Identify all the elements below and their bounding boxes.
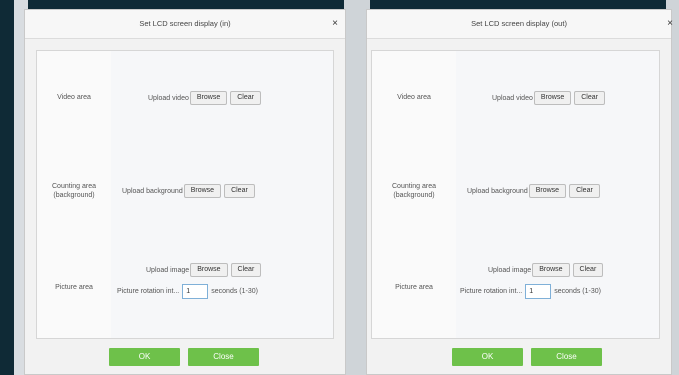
- video-area-row: Video area Upload video Browse Clear: [372, 51, 659, 145]
- dialog-title-bar: Set LCD screen display (in) ×: [25, 10, 345, 39]
- row-label: Picture area: [37, 237, 112, 338]
- browse-button[interactable]: Browse: [183, 184, 222, 198]
- upload-image-label: Upload image: [488, 266, 532, 274]
- upload-image-control: Upload image Browse Clear: [146, 263, 262, 277]
- counting-area-row: Counting area (background) Upload backgr…: [37, 144, 333, 238]
- browse-button[interactable]: Browse: [533, 91, 572, 105]
- upload-video-control: Upload video Browse Clear: [492, 91, 605, 105]
- dialog-title: Set LCD screen display (out): [471, 19, 567, 28]
- upload-image-label: Upload image: [146, 266, 190, 274]
- clear-button[interactable]: Clear: [574, 91, 605, 105]
- row-content: Upload background Browse Clear: [111, 144, 333, 237]
- rotation-unit-label: seconds (1-30): [211, 288, 258, 295]
- rotation-interval-label: Picture rotation int...: [460, 288, 523, 295]
- rotation-interval-label: Picture rotation int...: [117, 288, 180, 295]
- row-label: Counting area (background): [372, 144, 457, 237]
- picture-area-row: Picture area Upload image Browse Clear P…: [37, 237, 333, 338]
- row-label: Video area: [372, 51, 457, 144]
- rotation-interval-input[interactable]: 1: [525, 284, 552, 299]
- row-content: Upload video Browse Clear: [456, 51, 659, 144]
- row-content: Upload image Browse Clear Picture rotati…: [111, 237, 333, 338]
- close-icon[interactable]: ×: [667, 10, 673, 38]
- dialog-title-bar: Set LCD screen display (out) ×: [367, 10, 673, 39]
- upload-video-control: Upload video Browse Clear: [148, 91, 261, 105]
- rotation-unit-label: seconds (1-30): [554, 288, 601, 295]
- row-label: Picture area: [372, 237, 457, 338]
- row-content: Upload video Browse Clear: [111, 51, 333, 144]
- settings-panel: Video area Upload video Browse Clear Cou…: [371, 50, 660, 339]
- upload-video-label: Upload video: [148, 94, 189, 102]
- clear-button[interactable]: Clear: [224, 184, 255, 198]
- close-icon[interactable]: ×: [332, 10, 338, 38]
- ok-button[interactable]: OK: [452, 348, 523, 366]
- browse-button[interactable]: Browse: [532, 263, 570, 277]
- upload-background-label: Upload background: [467, 187, 528, 195]
- ok-button[interactable]: OK: [109, 348, 180, 366]
- dialog-title: Set LCD screen display (in): [139, 19, 231, 28]
- rotation-interval-input[interactable]: 1: [182, 284, 209, 299]
- video-area-row: Video area Upload video Browse Clear: [37, 51, 333, 145]
- upload-image-control: Upload image Browse Clear: [488, 263, 604, 277]
- dialog-footer: OK Close: [367, 348, 671, 368]
- close-button[interactable]: Close: [531, 348, 602, 366]
- rotation-interval-control: Picture rotation int... 1 seconds (1-30): [117, 284, 258, 299]
- clear-button[interactable]: Clear: [569, 184, 600, 198]
- lcd-display-dialog-in: Set LCD screen display (in) × Video area…: [24, 9, 346, 375]
- dialog-footer: OK Close: [25, 348, 345, 368]
- browse-button[interactable]: Browse: [528, 184, 567, 198]
- upload-background-control: Upload background Browse Clear: [467, 184, 600, 198]
- clear-button[interactable]: Clear: [572, 263, 604, 277]
- upload-background-label: Upload background: [122, 187, 183, 195]
- row-label: Video area: [37, 51, 112, 144]
- counting-area-row: Counting area (background) Upload backgr…: [372, 144, 659, 238]
- row-label: Counting area (background): [37, 144, 112, 237]
- clear-button[interactable]: Clear: [230, 263, 262, 277]
- browse-button[interactable]: Browse: [189, 91, 228, 105]
- rotation-interval-control: Picture rotation int... 1 seconds (1-30): [460, 284, 601, 299]
- picture-area-row: Picture area Upload image Browse Clear P…: [372, 237, 659, 338]
- upload-background-control: Upload background Browse Clear: [122, 184, 255, 198]
- row-content: Upload image Browse Clear Picture rotati…: [456, 237, 659, 338]
- upload-video-label: Upload video: [492, 94, 533, 102]
- settings-panel: Video area Upload video Browse Clear Cou…: [36, 50, 334, 339]
- clear-button[interactable]: Clear: [230, 91, 261, 105]
- lcd-display-dialog-out: Set LCD screen display (out) × Video are…: [366, 9, 673, 375]
- browse-button[interactable]: Browse: [190, 263, 228, 277]
- close-button[interactable]: Close: [188, 348, 259, 366]
- row-content: Upload background Browse Clear: [456, 144, 659, 237]
